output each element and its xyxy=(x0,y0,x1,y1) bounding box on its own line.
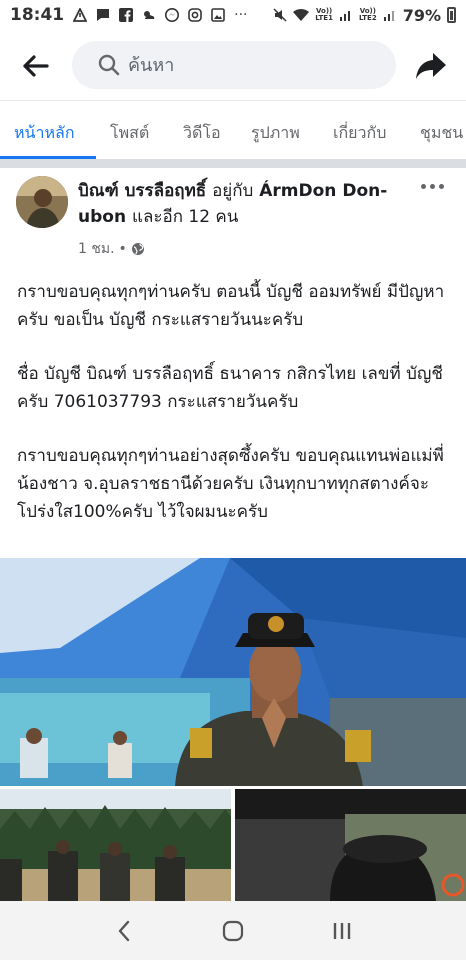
author-name[interactable]: บิณฑ์ บรรลือฤทธิ์ xyxy=(78,181,206,201)
post-photo-2[interactable] xyxy=(0,789,231,901)
tab-photos[interactable]: รูปภาพ xyxy=(251,121,300,146)
photo-3-image xyxy=(235,789,466,901)
avatar-image xyxy=(16,176,68,228)
dot-icon xyxy=(420,183,426,189)
system-nav-bar xyxy=(0,901,466,960)
dot-icon xyxy=(438,183,444,189)
gallery-notification-icon xyxy=(211,8,225,22)
battery-icon xyxy=(447,7,456,23)
status-bar: 18:41 ··· Vo)) LTE1 Vo)) LTE2 79% xyxy=(0,0,466,30)
active-tab-indicator xyxy=(0,156,96,159)
mute-icon xyxy=(273,8,287,22)
search-bar[interactable] xyxy=(72,41,396,89)
post-author-line: บิณฑ์ บรรลือฤทธิ์ อยู่กับ ÁrmDon Don-ubo… xyxy=(78,178,408,230)
tab-about[interactable]: เกี่ยวกับ xyxy=(333,121,386,146)
signal-1-icon xyxy=(339,11,350,21)
signal-2-icon xyxy=(383,11,394,21)
app-header xyxy=(0,32,466,100)
instagram-notification-icon xyxy=(188,8,202,22)
status-left: 18:41 ··· xyxy=(10,5,247,25)
more-notifications-icon: ··· xyxy=(234,7,248,23)
globe-icon xyxy=(131,243,144,255)
system-recents-button[interactable] xyxy=(322,911,362,951)
sim1-indicator: Vo)) LTE1 xyxy=(315,7,333,22)
dot-icon xyxy=(429,183,435,189)
system-home-button[interactable] xyxy=(213,911,253,951)
status-right: Vo)) LTE1 Vo)) LTE2 79% xyxy=(273,6,456,25)
home-icon xyxy=(222,920,244,941)
photo-main-image xyxy=(0,558,466,786)
messenger-notification-icon xyxy=(165,8,180,22)
search-input[interactable] xyxy=(128,54,368,76)
share-arrow-icon xyxy=(416,53,446,79)
back-button[interactable] xyxy=(18,48,54,84)
back-arrow-icon xyxy=(23,55,49,77)
post-photo-main[interactable] xyxy=(0,558,466,786)
sim2-indicator: Vo)) LTE2 xyxy=(358,7,377,22)
post-time[interactable]: 1 ชม. xyxy=(78,238,115,260)
weather-notification-icon xyxy=(144,11,155,19)
profile-tabs: หน้าหลัก โพสต์ วิดีโอ รูปภาพ เกี่ยวกับ ช… xyxy=(0,100,466,160)
tab-home[interactable]: หน้าหลัก xyxy=(14,121,75,146)
battery-percent: 79% xyxy=(402,5,441,25)
tab-posts[interactable]: โพสต์ xyxy=(110,121,149,146)
search-icon xyxy=(98,54,120,76)
facebook-notification-icon xyxy=(119,8,134,22)
avatar[interactable] xyxy=(16,176,68,228)
chevron-left-icon xyxy=(119,920,130,941)
recents-icon xyxy=(333,922,350,939)
post-paragraph: ชื่อ บัญชี บิณฑ์ บรรลือฤทธิ์ ธนาคาร กสิก… xyxy=(17,364,443,412)
post-paragraph: กราบขอบคุณทุกๆท่านครับ ตอนนี้ บัญชี ออมท… xyxy=(17,282,445,330)
tab-videos[interactable]: วิดีโอ xyxy=(183,121,221,146)
share-button[interactable] xyxy=(412,48,450,84)
with-text: อยู่กับ xyxy=(212,181,254,201)
post-paragraph: กราบขอบคุณทุกๆท่านอย่างสุดซึ้งครับ ขอบคุ… xyxy=(17,446,444,522)
photo-2-image xyxy=(0,789,231,901)
tab-community[interactable]: ชุมชน xyxy=(420,121,463,146)
meta-separator: • xyxy=(118,241,127,257)
alert-notification-icon xyxy=(73,8,88,22)
post-options-button[interactable] xyxy=(418,176,446,196)
section-divider xyxy=(0,160,466,168)
and-others-text[interactable]: และอีก 12 คน xyxy=(132,207,238,227)
post-meta: 1 ชม. • xyxy=(78,238,145,260)
status-time: 18:41 xyxy=(10,5,65,25)
system-back-button[interactable] xyxy=(104,911,144,951)
message-notification-icon xyxy=(97,9,110,21)
post-photo-3[interactable] xyxy=(235,789,466,901)
post-text: กราบขอบคุณทุกๆท่านครับ ตอนนี้ บัญชี ออมท… xyxy=(17,278,457,552)
wifi-icon xyxy=(293,8,310,21)
